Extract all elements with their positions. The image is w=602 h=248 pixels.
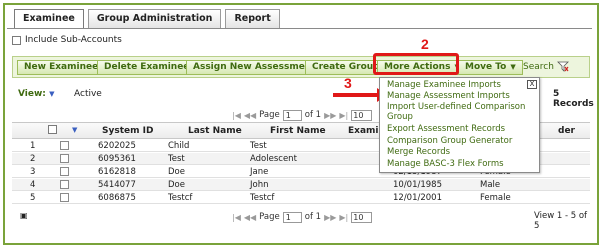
page-size-select[interactable]: 10 — [351, 109, 373, 121]
grid-settings-icon[interactable]: ▣ — [20, 211, 28, 220]
row-system-id: 6162818 — [98, 167, 136, 177]
page-label: Page — [259, 110, 280, 120]
next-page-icon[interactable]: ▶▶ — [324, 213, 336, 222]
tab-examinee[interactable]: Examinee — [14, 9, 84, 29]
row-number: 5 — [30, 193, 36, 203]
menu-item-import-comparison-group-cont[interactable]: Group — [387, 113, 413, 122]
include-sub-accounts-checkbox[interactable] — [12, 35, 21, 45]
select-all-checkbox[interactable] — [48, 125, 57, 137]
row-system-id: 6086875 — [98, 193, 136, 203]
row-number: 4 — [30, 180, 36, 190]
row-last-name: Doe — [168, 180, 185, 190]
page-of-label: of 1 — [304, 110, 322, 120]
table-row[interactable]: 4 5414077 Doe John 10/01/1985 Male — [12, 179, 590, 191]
menu-item-manage-assessment-imports[interactable]: Manage Assessment Imports — [387, 92, 510, 101]
page-of-label: of 1 — [304, 212, 322, 222]
chevron-down-icon: ▼ — [49, 90, 55, 98]
row-number: 1 — [30, 141, 36, 151]
view-range: View 1 - 5 of 5 — [534, 211, 588, 231]
row-checkbox[interactable] — [60, 167, 69, 176]
more-actions-menu: X Manage Examinee Imports Manage Assessm… — [379, 77, 540, 173]
row-first-name: Jane — [250, 167, 269, 177]
menu-item-export-assessment-records[interactable]: Export Assessment Records — [387, 125, 505, 134]
menu-item-manage-examinee-imports[interactable]: Manage Examinee Imports — [387, 81, 501, 90]
column-first-name[interactable]: First Name — [270, 126, 326, 136]
include-sub-accounts-label: Include Sub-Accounts — [25, 35, 122, 45]
search-label: Search — [523, 61, 554, 72]
sort-arrow-icon[interactable]: ▼ — [72, 126, 77, 134]
menu-item-comparison-group-generator[interactable]: Comparison Group Generator — [387, 137, 512, 146]
top-pager: |◀ ◀◀ Page 1 of 1 ▶▶ ▶| 10 — [232, 107, 373, 123]
row-gender: Female — [480, 193, 511, 203]
assign-new-assessment-button[interactable]: Assign New Assessment — [186, 60, 323, 75]
step-2-marker: 2 — [421, 36, 429, 52]
row-first-name: John — [250, 180, 269, 190]
new-examinee-button[interactable]: New Examinee — [17, 60, 106, 75]
chevron-down-icon: ▼ — [510, 63, 516, 71]
row-first-name: Adolescent — [250, 154, 297, 164]
last-page-icon[interactable]: ▶| — [339, 111, 348, 120]
include-sub-accounts: Include Sub-Accounts — [12, 35, 122, 45]
tab-bar: Examinee Group Administration Report — [14, 9, 284, 29]
column-gender[interactable]: der — [558, 126, 575, 136]
prev-page-icon[interactable]: ◀◀ — [244, 111, 256, 120]
row-gender: Male — [480, 180, 501, 190]
move-to-label: Move To — [465, 62, 507, 72]
page-size-select[interactable]: 10 — [351, 211, 373, 223]
tab-report[interactable]: Report — [225, 9, 280, 28]
view-label: View: — [18, 89, 46, 99]
row-number: 3 — [30, 167, 36, 177]
bottom-pager: |◀ ◀◀ Page 1 of 1 ▶▶ ▶| 10 — [232, 209, 373, 225]
menu-item-manage-basc3-flex-forms[interactable]: Manage BASC-3 Flex Forms — [387, 160, 504, 169]
prev-page-icon[interactable]: ◀◀ — [244, 213, 256, 222]
record-count: 5 Records — [553, 89, 594, 109]
row-system-id: 6095361 — [98, 154, 136, 164]
menu-item-import-comparison-group[interactable]: Import User-defined Comparison — [387, 103, 525, 112]
page-input[interactable]: 1 — [282, 109, 302, 121]
row-dob: 10/01/1985 — [393, 180, 442, 190]
more-actions-highlight — [373, 53, 459, 75]
row-last-name: Doe — [168, 167, 185, 177]
menu-item-merge-records[interactable]: Merge Records — [387, 148, 450, 157]
search-filter-icon — [556, 61, 569, 72]
row-checkbox[interactable] — [60, 154, 69, 163]
row-last-name: Testcf — [168, 193, 193, 203]
close-icon[interactable]: X — [527, 80, 537, 89]
view-filter-value: Active — [74, 89, 102, 99]
column-system-id[interactable]: System ID — [102, 126, 153, 136]
delete-examinee-button[interactable]: Delete Examinee — [97, 60, 197, 75]
tab-group-administration[interactable]: Group Administration — [87, 9, 222, 28]
tab-divider — [7, 28, 592, 29]
row-checkbox[interactable] — [60, 141, 69, 150]
row-checkbox[interactable] — [60, 180, 69, 189]
row-system-id: 5414077 — [98, 180, 136, 190]
row-checkbox[interactable] — [60, 193, 69, 202]
column-last-name[interactable]: Last Name — [188, 126, 242, 136]
row-last-name: Test — [168, 154, 185, 164]
first-page-icon[interactable]: |◀ — [232, 213, 241, 222]
last-page-icon[interactable]: ▶| — [339, 213, 348, 222]
move-to-button[interactable]: Move To ▼ — [458, 60, 523, 75]
search-link[interactable]: Search — [523, 61, 569, 72]
row-number: 2 — [30, 154, 36, 164]
row-first-name: Test — [250, 141, 267, 151]
row-dob: 12/01/2001 — [393, 193, 442, 203]
view-dropdown[interactable]: View: ▼ — [18, 89, 54, 99]
table-row[interactable]: 5 6086875 Testcf Testcf 12/01/2001 Femal… — [12, 192, 590, 204]
row-last-name: Child — [168, 141, 190, 151]
page-input[interactable]: 1 — [282, 211, 302, 223]
row-system-id: 6202025 — [98, 141, 136, 151]
page-label: Page — [259, 212, 280, 222]
next-page-icon[interactable]: ▶▶ — [324, 111, 336, 120]
row-first-name: Testcf — [250, 193, 275, 203]
first-page-icon[interactable]: |◀ — [232, 111, 241, 120]
